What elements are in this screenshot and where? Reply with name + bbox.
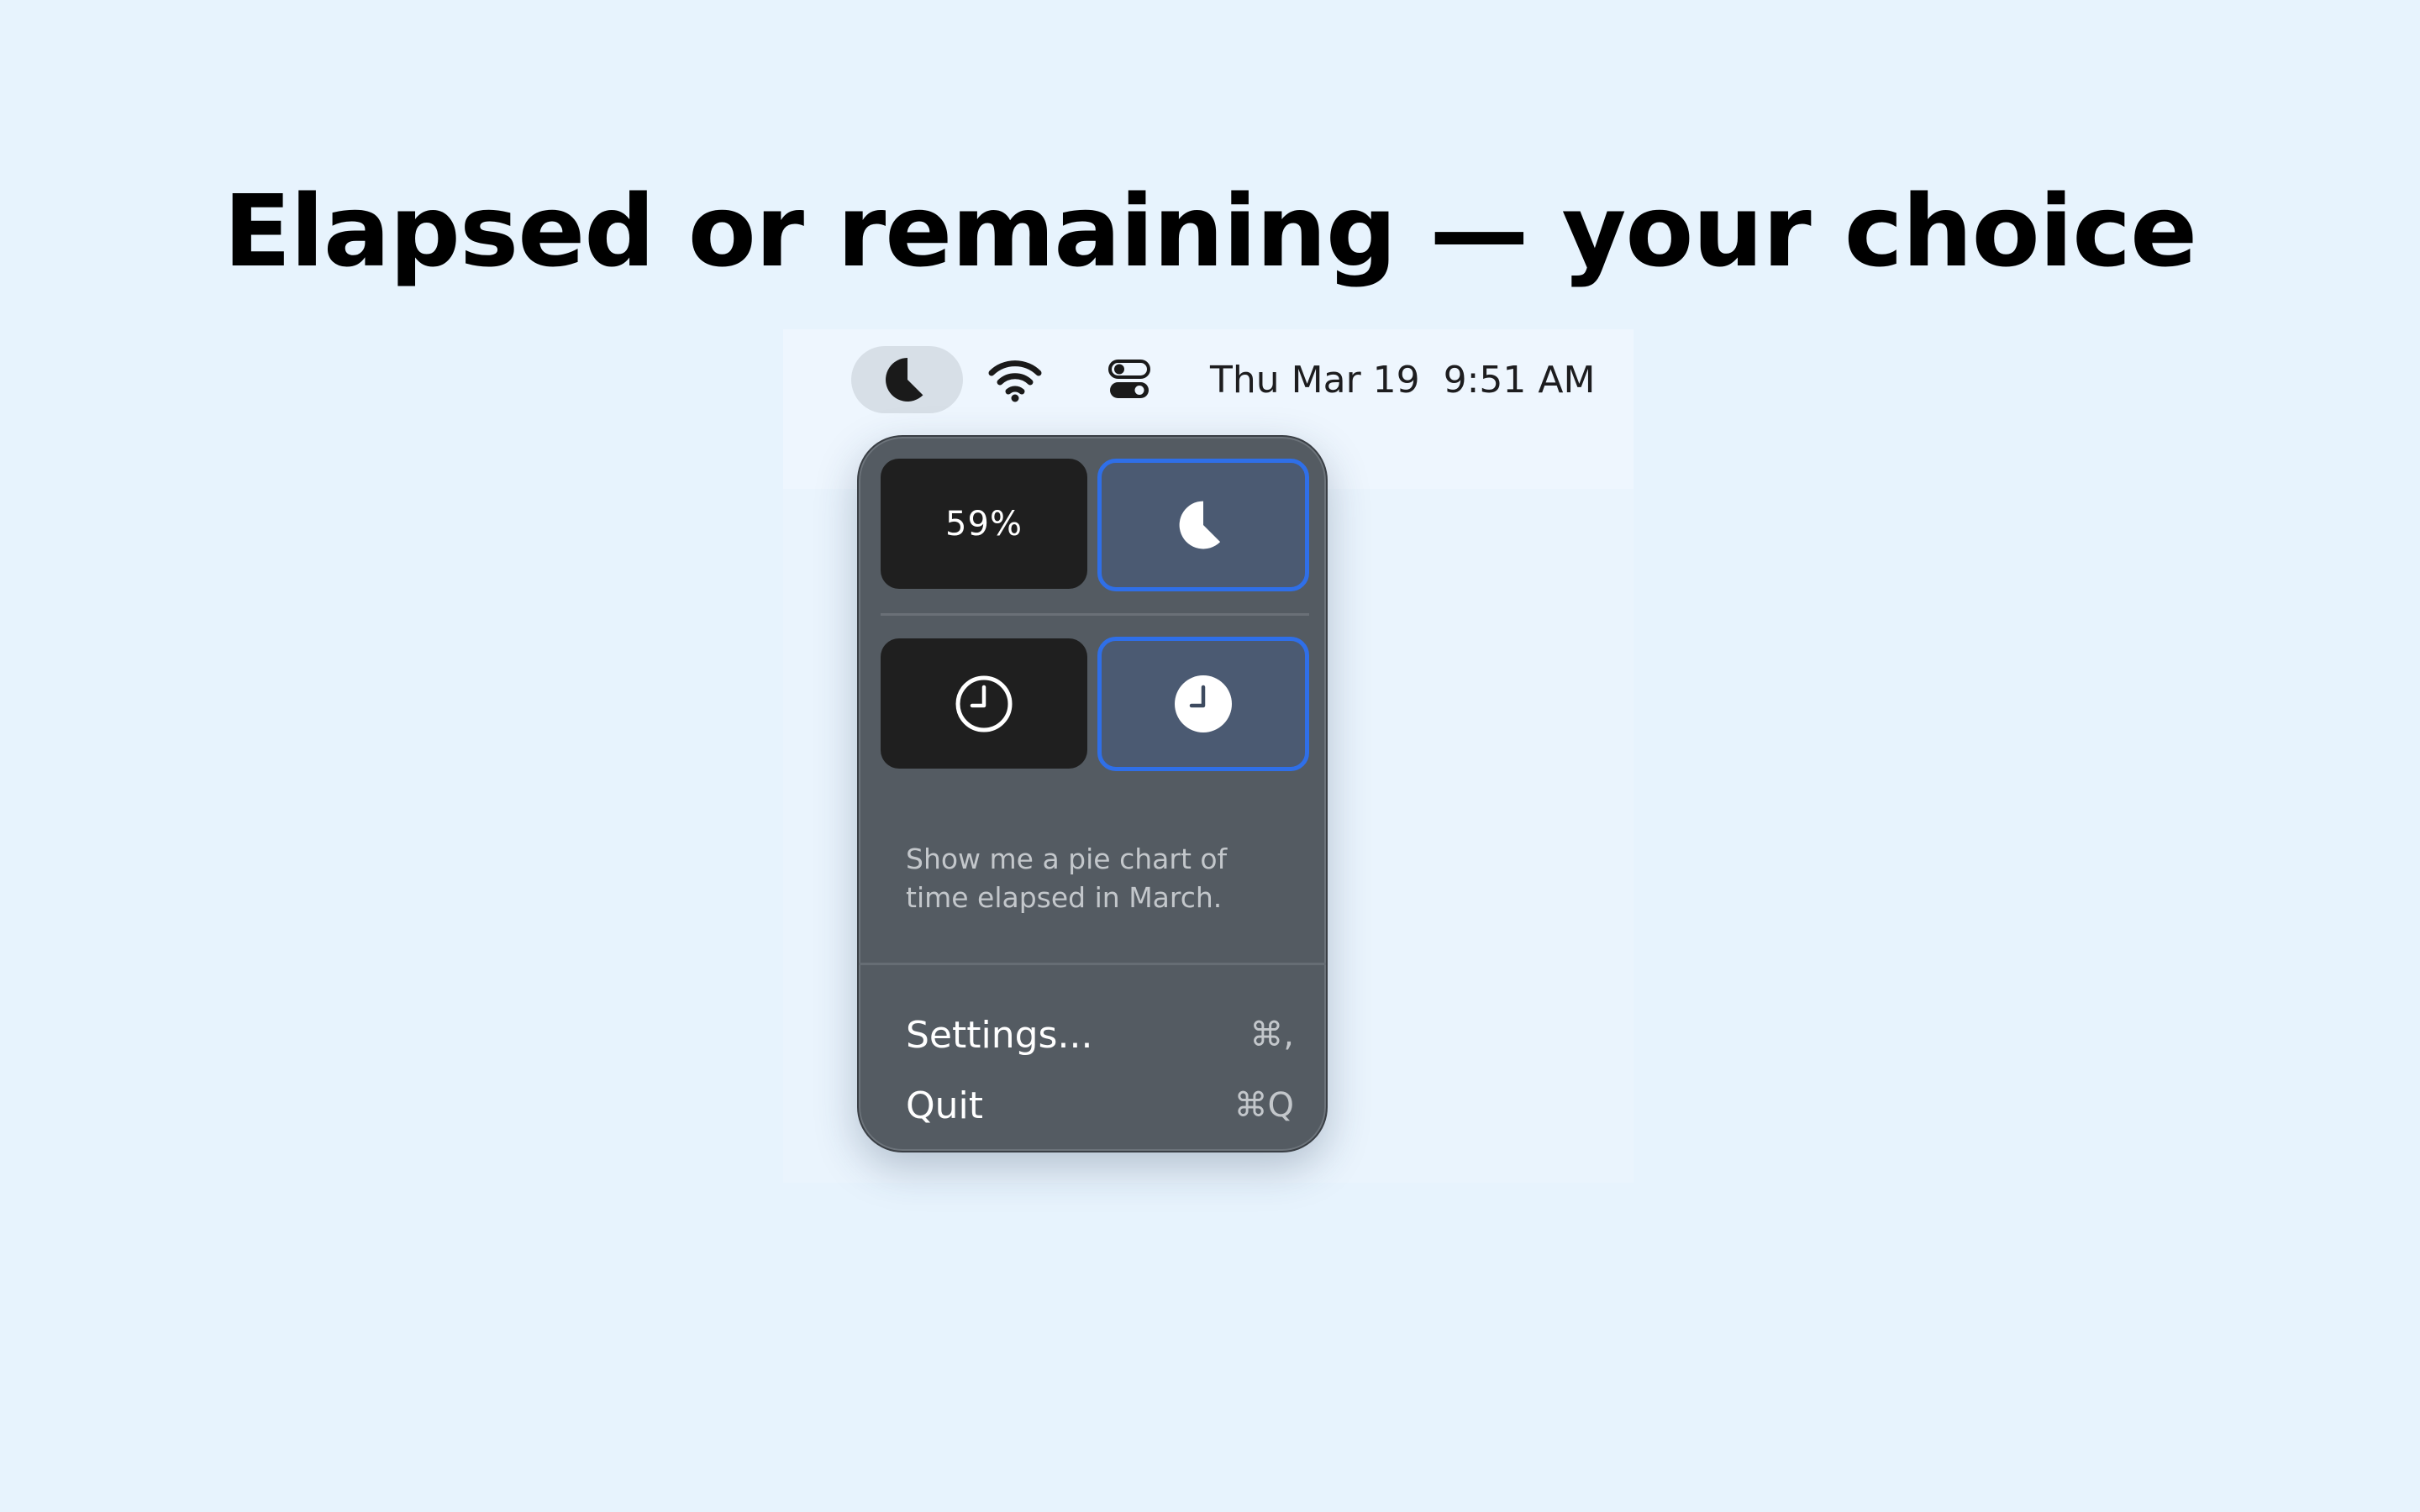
description-text: Show me a pie chart of time elapsed in M… — [906, 843, 1228, 914]
elapsed-mode-option[interactable] — [1097, 637, 1309, 771]
remaining-mode-option[interactable] — [881, 638, 1087, 769]
menu-item-label: Settings... — [906, 1013, 1093, 1057]
pie-chart-icon — [1179, 501, 1221, 549]
percent-label: 59% — [945, 504, 1023, 543]
separator — [881, 613, 1309, 616]
clock-filled-icon — [1175, 675, 1232, 732]
quit-menu-item[interactable]: Quit ⌘Q — [906, 1079, 1294, 1132]
separator — [859, 963, 1326, 965]
menubar-app-button[interactable] — [851, 346, 963, 413]
menubar-clock[interactable]: Thu Mar 19 9:51 AM — [1210, 351, 1597, 408]
headline: Elapsed or remaining — your choice — [223, 173, 2197, 289]
pie-display-option[interactable] — [1097, 459, 1309, 591]
control-center-icon — [1108, 360, 1150, 398]
settings-menu-item[interactable]: Settings... ⌘, — [906, 1008, 1294, 1062]
menu-item-shortcut: ⌘Q — [1234, 1086, 1294, 1125]
menu-item-label: Quit — [906, 1084, 983, 1127]
percent-display-option[interactable]: 59% — [881, 459, 1087, 589]
wifi-icon — [988, 360, 1042, 402]
wifi-status[interactable] — [981, 351, 1049, 408]
pie-chart-icon — [885, 358, 923, 402]
popup-menu: 59% Show me a pie chart of time elapsed … — [857, 435, 1328, 1152]
menu-item-shortcut: ⌘, — [1249, 1016, 1294, 1054]
clock-outline-icon — [955, 675, 1013, 732]
control-center-button[interactable] — [1096, 351, 1163, 408]
